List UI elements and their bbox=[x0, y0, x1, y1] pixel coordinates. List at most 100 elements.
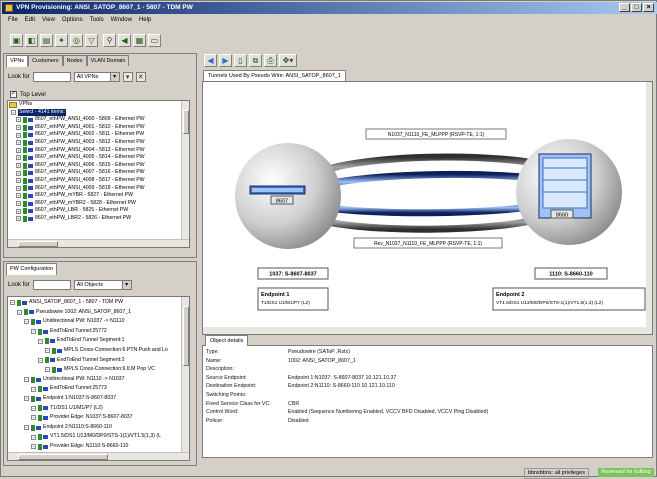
pw-tree-item[interactable]: − EndToEnd Tunnel:25772 bbox=[8, 327, 189, 337]
vpn-tree-item[interactable]: +8607_ethPW_ANSI_4003 - 5812 - Ethernet … bbox=[8, 139, 189, 147]
tab-vlan-domain[interactable]: VLAN Domain bbox=[86, 55, 130, 66]
pw-tree-item[interactable]: − EndToEnd Tunnel Segment:2 bbox=[8, 356, 189, 366]
expand-icon[interactable]: + bbox=[16, 208, 21, 214]
canvas-hscrollbar[interactable] bbox=[203, 327, 646, 335]
pw-tree-item[interactable]: − EndToEnd Tunnel Segment:1 bbox=[8, 336, 189, 346]
expand-icon[interactable]: + bbox=[16, 140, 21, 146]
tab-nodes[interactable]: Nodes bbox=[62, 55, 87, 66]
menu-edit[interactable]: Edit bbox=[25, 15, 35, 25]
expand-icon[interactable]: + bbox=[16, 185, 21, 191]
collapse-icon[interactable]: − bbox=[45, 348, 50, 354]
collapse-icon[interactable]: − bbox=[31, 444, 36, 450]
vpn-tree-item[interactable]: +8607_ethPW_ANSI_4004 - 5813 - Ethernet … bbox=[8, 147, 189, 155]
vpn-tree-item[interactable]: +8607_ethPW_LBR - 5825 - Ethernet PW bbox=[8, 207, 189, 215]
collapse-icon[interactable]: − bbox=[24, 425, 29, 431]
tunnel-pipe[interactable] bbox=[301, 210, 560, 233]
tab-customers[interactable]: Customers bbox=[28, 55, 63, 66]
look-for-input[interactable] bbox=[32, 72, 71, 82]
top-level-checkbox[interactable]: ✓ bbox=[10, 91, 17, 98]
tree-select-node[interactable]: − Select - 4141 items: bbox=[8, 108, 189, 117]
pw-tree-item[interactable]: − MPLS Cross-Connection:6.PTN Push and Lo bbox=[8, 346, 189, 356]
collapse-icon[interactable]: − bbox=[17, 309, 22, 315]
pw-tree-item[interactable]: − Provider Edge: N1037:S-8607-8037 bbox=[8, 413, 189, 423]
collapse-icon[interactable]: − bbox=[11, 109, 16, 115]
tunnels-tab[interactable]: Tunnels Used By Pseudo Wire: ANSI_SATOP_… bbox=[203, 70, 346, 81]
forward-arrow-icon[interactable]: ▶ bbox=[219, 54, 232, 67]
node-right-label[interactable]: 1110: S-8660-110 bbox=[534, 267, 608, 280]
pw-tree-item[interactable]: − Unidirectional PW: N1037 -> N1110 bbox=[8, 317, 189, 327]
maximize-button[interactable]: □ bbox=[631, 3, 642, 12]
menu-view[interactable]: View bbox=[42, 15, 55, 25]
vpn-tree-item[interactable]: +8607_ethPW_ANSI_4005 - 5814 - Ethernet … bbox=[8, 154, 189, 162]
pw-tree-scrollbar[interactable] bbox=[181, 297, 189, 460]
vpn-tree-item[interactable]: +8607_ethPW_mYBR2 - 5828 - Ethernet PW bbox=[8, 200, 189, 208]
menu-file[interactable]: File bbox=[8, 15, 18, 25]
expand-icon[interactable]: + bbox=[16, 193, 21, 199]
open-icon[interactable]: ◧ bbox=[25, 34, 38, 47]
pw-tree-item[interactable]: − Endpoint 2:N1110:S-8660-110 bbox=[8, 423, 189, 433]
menu-options[interactable]: Options bbox=[62, 15, 83, 25]
vpn-tree-item[interactable]: +8607_ethPW_ANSI_4001 - 5810 - Ethernet … bbox=[8, 124, 189, 132]
clear-search-icon[interactable]: ✕ bbox=[135, 72, 146, 82]
expand-icon[interactable]: + bbox=[16, 147, 21, 153]
back-icon[interactable]: ◀ bbox=[118, 34, 131, 47]
collapse-icon[interactable]: − bbox=[31, 329, 36, 335]
expand-icon[interactable]: + bbox=[16, 201, 21, 207]
refresh-icon[interactable]: ✦ bbox=[55, 34, 68, 47]
collapse-icon[interactable]: − bbox=[31, 405, 36, 411]
collapse-icon[interactable]: − bbox=[38, 338, 43, 344]
canvas-vscrollbar[interactable] bbox=[646, 82, 653, 335]
expand-icon[interactable]: + bbox=[16, 170, 21, 176]
pw-tree-hscrollbar[interactable] bbox=[8, 452, 189, 460]
node-left-label[interactable]: 1037: S-8607-8037 bbox=[257, 267, 329, 280]
close-button[interactable]: × bbox=[643, 3, 654, 12]
vpn-tree-item[interactable]: +8607_ethPW_LBR2 - 5826 - Ethernet PW bbox=[8, 215, 189, 223]
pw-look-for-input[interactable] bbox=[32, 280, 71, 290]
collapse-icon[interactable]: − bbox=[24, 377, 29, 383]
copy-icon[interactable]: ⧉ bbox=[249, 54, 262, 67]
search-go-icon[interactable]: ▾ bbox=[122, 72, 133, 82]
pw-tree-item[interactable]: − T1/DS1 U1/M1/P7 (L2) bbox=[8, 404, 189, 414]
vpn-tree-item[interactable]: +8607_ethPW_mYBR - 5827 - Ethernet PW bbox=[8, 192, 189, 200]
vpn-tree-item[interactable]: +8607_ethPW_ANSI_4002 - 5811 - Ethernet … bbox=[8, 131, 189, 139]
vpn-tree-item[interactable]: +8607_ethPW_ANSI_4006 - 5815 - Ethernet … bbox=[8, 162, 189, 170]
expand-icon[interactable]: + bbox=[16, 163, 21, 169]
pw-tree-item[interactable]: − Endpoint 1:N1037:S-8607-8037 bbox=[8, 394, 189, 404]
properties-icon[interactable]: ◎ bbox=[70, 34, 83, 47]
new-icon[interactable]: ▣ bbox=[10, 34, 23, 47]
vpn-filter-select[interactable]: All VPNs ▾ bbox=[73, 72, 120, 82]
tunnel-bottom-label[interactable]: Rev_N1037_N1110_FE_MLPPP (RSVP-TE, 1:1) bbox=[353, 237, 503, 249]
back-arrow-icon[interactable]: ◀ bbox=[204, 54, 217, 67]
vpn-tree-item[interactable]: +8607_ethPW_ANSI_4008 - 5817 - Ethernet … bbox=[8, 177, 189, 185]
expand-icon[interactable]: + bbox=[16, 117, 21, 123]
collapse-icon[interactable]: − bbox=[45, 367, 50, 373]
filter-icon[interactable]: ▽ bbox=[85, 34, 98, 47]
collapse-icon[interactable]: − bbox=[10, 300, 15, 306]
print-icon[interactable]: ⎙ bbox=[264, 54, 277, 67]
collapse-icon[interactable]: − bbox=[38, 357, 43, 363]
collapse-icon[interactable]: − bbox=[24, 319, 29, 325]
endpoint1-box[interactable]: Endpoint 1 T1/DS1 U1/M1/P7 (L2) bbox=[257, 287, 329, 311]
vpn-tree-item[interactable]: +8607_ethPW_ANSI_4000 - 5809 - Ethernet … bbox=[8, 116, 189, 124]
vpn-tree-hscrollbar[interactable] bbox=[8, 239, 189, 247]
tunnel-top-label[interactable]: N1037_N1110_FE_MLPPP (RSVP-TE, 1:1) bbox=[365, 128, 507, 140]
pw-tree-item[interactable]: − VT1.5/DS1 U13/M0/DP0/STS-1(1)/VT1.5(1,3… bbox=[8, 432, 189, 442]
page-icon[interactable]: ▯ bbox=[234, 54, 247, 67]
collapse-icon[interactable]: − bbox=[31, 415, 36, 421]
menu-help[interactable]: Help bbox=[139, 15, 151, 25]
object-details-tab[interactable]: Object details bbox=[205, 335, 249, 346]
vpn-tree-item[interactable]: +8607_ethPW_ANSI_4009 - 5818 - Ethernet … bbox=[8, 185, 189, 193]
menu-tools[interactable]: Tools bbox=[90, 15, 104, 25]
window-icon[interactable]: ▭ bbox=[148, 34, 161, 47]
pw-tree-item[interactable]: − Pseudowire 1002: ANSI_SATOP_8607_1 bbox=[8, 308, 189, 318]
tree-root[interactable]: VPNs bbox=[8, 101, 189, 109]
link-icon[interactable]: ⚲ bbox=[103, 34, 116, 47]
tab-vpns[interactable]: VPNs bbox=[6, 55, 29, 67]
expand-icon[interactable]: + bbox=[16, 132, 21, 138]
menu-window[interactable]: Window bbox=[111, 15, 132, 25]
pw-tree-item[interactable]: − Provider Edge: N1110:S-8660-110 bbox=[8, 442, 189, 452]
tab-pw-configuration[interactable]: PW Configuration bbox=[6, 263, 58, 275]
collapse-icon[interactable]: − bbox=[31, 386, 36, 392]
endpoint2-box[interactable]: Endpoint 2 VT1.5/DS1 U13/M0/DP0/STS-1(1)… bbox=[492, 287, 646, 311]
pw-tree-item[interactable]: − MPLS Cross-Connection:6.ILM Pop VC bbox=[8, 365, 189, 375]
